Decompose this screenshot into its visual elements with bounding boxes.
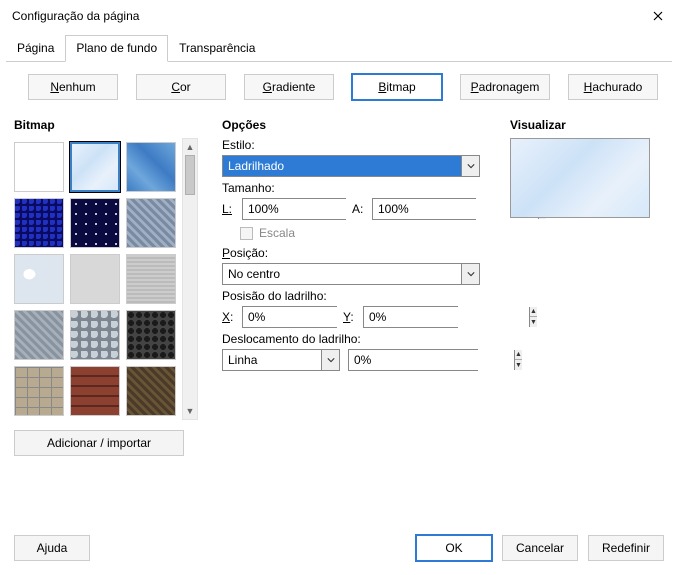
bitmap-gallery xyxy=(14,138,176,420)
offset-input[interactable] xyxy=(349,350,514,370)
style-value: Ladrilhado xyxy=(223,156,461,176)
bitmap-thumb[interactable] xyxy=(126,310,176,360)
options-column: Opções Estilo: Ladrilhado Tamanho: L: ▲▼… xyxy=(222,118,492,456)
y-spin[interactable]: ▲▼ xyxy=(363,306,458,328)
tilepos-label: Posisão do ladrilho: xyxy=(222,289,492,303)
scroll-down-icon[interactable]: ▼ xyxy=(184,405,196,417)
preview-section-title: Visualizar xyxy=(510,118,664,132)
ok-button[interactable]: OK xyxy=(416,535,492,561)
options-section-title: Opções xyxy=(222,118,492,132)
position-combo[interactable]: No centro xyxy=(222,263,480,285)
window-title: Configuração da página xyxy=(12,9,139,23)
style-label: Estilo: xyxy=(222,138,492,152)
style-combo[interactable]: Ladrilhado xyxy=(222,155,480,177)
bitmap-thumb[interactable] xyxy=(70,366,120,416)
x-label: X: xyxy=(222,310,236,324)
bitmap-thumb[interactable] xyxy=(126,366,176,416)
chevron-down-icon[interactable] xyxy=(461,264,479,284)
help-button[interactable]: Ajuda xyxy=(14,535,90,561)
position-label: Posição: xyxy=(222,246,492,260)
offset-mode-combo[interactable]: Linha xyxy=(222,349,340,371)
y-input[interactable] xyxy=(364,307,529,327)
preview-column: Visualizar xyxy=(510,118,664,456)
scale-label: Escala xyxy=(259,226,295,240)
tabstrip: Página Plano de fundo Transparência xyxy=(6,34,672,61)
checkbox-box xyxy=(240,227,253,240)
mode-hatch-button[interactable]: Hachurado xyxy=(568,74,658,100)
reset-button[interactable]: Redefinir xyxy=(588,535,664,561)
tab-background[interactable]: Plano de fundo xyxy=(65,35,168,62)
close-button[interactable] xyxy=(650,8,666,24)
bitmap-section-title: Bitmap xyxy=(14,118,204,132)
close-icon xyxy=(653,11,663,21)
x-spin[interactable]: ▲▼ xyxy=(242,306,337,328)
tab-page[interactable]: Página xyxy=(6,35,65,62)
titlebar: Configuração da página xyxy=(0,0,678,30)
offset-label: Deslocamento do ladrilho: xyxy=(222,332,492,346)
mode-pattern-button[interactable]: Padronagem xyxy=(460,74,550,100)
bitmap-thumb[interactable] xyxy=(14,254,64,304)
y-label: Y: xyxy=(343,310,357,324)
size-label: Tamanho: xyxy=(222,181,492,195)
chevron-down-icon[interactable] xyxy=(321,350,339,370)
position-value: No centro xyxy=(223,264,461,284)
mode-none-button[interactable]: Nenhum xyxy=(28,74,118,100)
scroll-thumb[interactable] xyxy=(185,155,195,195)
bitmap-thumb-selected[interactable] xyxy=(70,142,120,192)
page-setup-dialog: Configuração da página Página Plano de f… xyxy=(0,0,678,575)
mode-bitmap-button[interactable]: Bitmap xyxy=(352,74,442,100)
bitmap-thumb[interactable] xyxy=(126,254,176,304)
bitmap-thumb[interactable] xyxy=(126,142,176,192)
fill-mode-row: Nenhum Cor Gradiente Bitmap Padronagem H… xyxy=(14,74,664,100)
height-label: A: xyxy=(352,202,366,216)
bitmap-thumb[interactable] xyxy=(14,366,64,416)
bitmap-thumb[interactable] xyxy=(126,198,176,248)
bitmap-column: Bitmap xyxy=(14,118,204,456)
scale-checkbox: Escala xyxy=(240,226,492,240)
offset-mode-value: Linha xyxy=(223,350,321,370)
columns: Bitmap xyxy=(14,118,664,456)
chevron-down-icon[interactable] xyxy=(461,156,479,176)
bitmap-thumb[interactable] xyxy=(14,142,64,192)
mode-gradient-button[interactable]: Gradiente xyxy=(244,74,334,100)
height-spin[interactable]: ▲▼ xyxy=(372,198,476,220)
width-label: L: xyxy=(222,202,236,216)
bitmap-thumb[interactable] xyxy=(70,198,120,248)
preview-swatch xyxy=(510,138,650,218)
bitmap-thumb[interactable] xyxy=(70,310,120,360)
bitmap-thumb[interactable] xyxy=(14,198,64,248)
bitmap-thumb[interactable] xyxy=(14,310,64,360)
dialog-footer: Ajuda OK Cancelar Redefinir xyxy=(14,535,664,561)
tab-content: Nenhum Cor Gradiente Bitmap Padronagem H… xyxy=(0,62,678,456)
bitmap-thumb[interactable] xyxy=(70,254,120,304)
gallery-scrollbar[interactable]: ▲ ▼ xyxy=(182,138,198,420)
add-import-button[interactable]: Adicionar / importar xyxy=(14,430,184,456)
cancel-button[interactable]: Cancelar xyxy=(502,535,578,561)
add-import-label-rest: dicionar / importar xyxy=(55,436,151,450)
width-spin[interactable]: ▲▼ xyxy=(242,198,346,220)
mode-color-button[interactable]: Cor xyxy=(136,74,226,100)
scroll-up-icon[interactable]: ▲ xyxy=(184,141,196,153)
tab-transparency[interactable]: Transparência xyxy=(168,35,266,62)
offset-spin[interactable]: ▲▼ xyxy=(348,349,478,371)
